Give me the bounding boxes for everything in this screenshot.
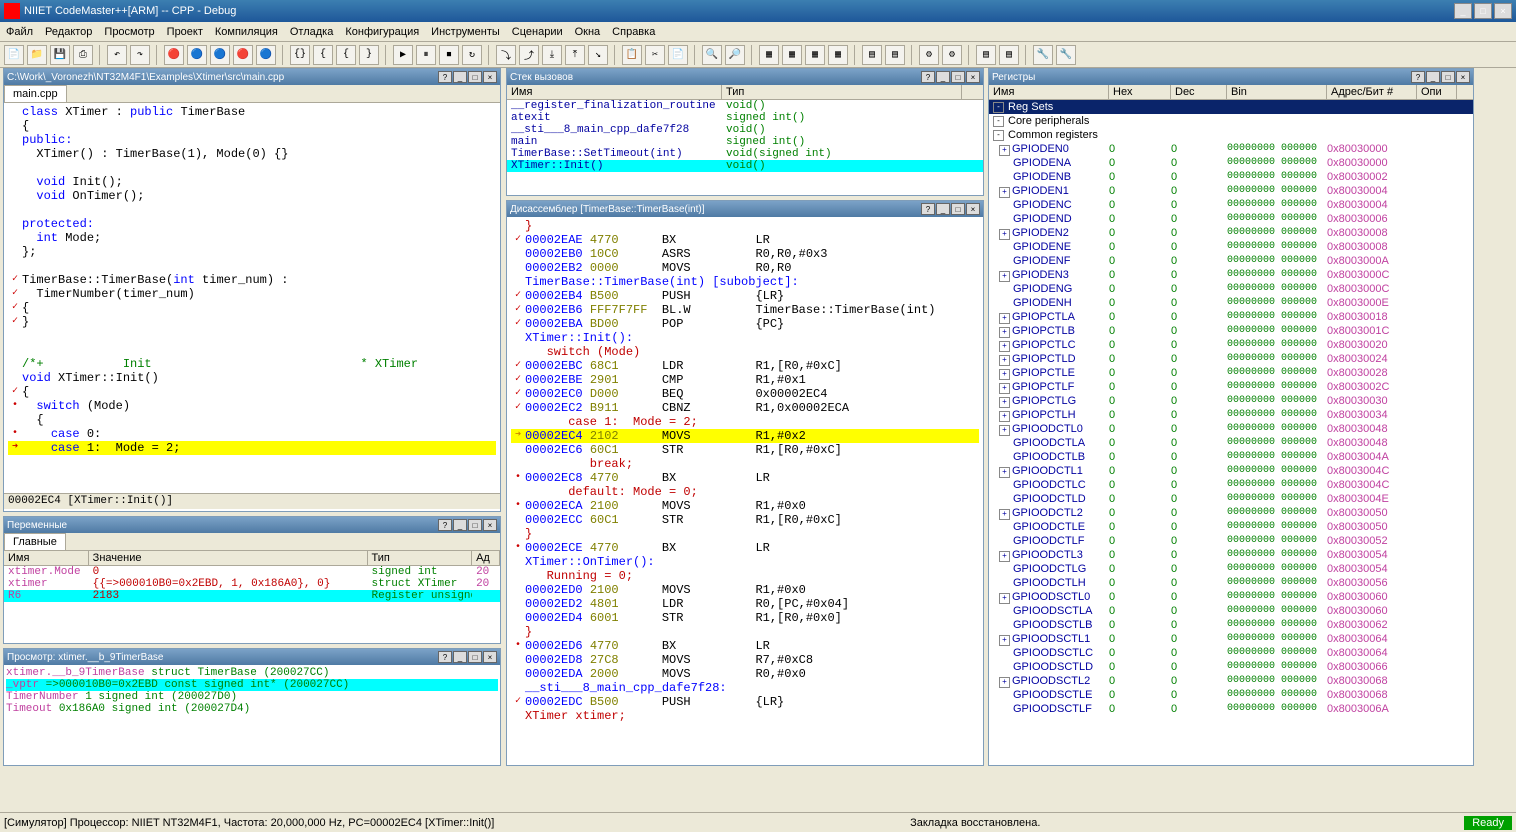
variables-tab[interactable]: Главные (4, 533, 66, 550)
variables-pane: Переменные?_□× Главные ИмяЗначениеТипАд … (3, 516, 501, 644)
toolbar-button[interactable]: ▶ (393, 45, 413, 65)
toolbar-button[interactable]: ⏸ (416, 45, 436, 65)
status-right: Закладка восстановлена. (910, 817, 1040, 829)
callstack-header: ИмяТип (507, 85, 983, 100)
menu-Редактор[interactable]: Редактор (45, 26, 92, 38)
pane-max[interactable]: □ (468, 71, 482, 83)
toolbar-button[interactable]: 🔴 (233, 45, 253, 65)
toolbar-button[interactable]: 🔵 (256, 45, 276, 65)
variables-body[interactable]: xtimer.Mode0signed int20xtimer{{=>000010… (4, 566, 500, 602)
variables-title: Переменные?_□× (4, 517, 500, 533)
menu-Просмотр[interactable]: Просмотр (104, 26, 154, 38)
tree-expand-icon[interactable]: - (993, 116, 1004, 127)
code-editor[interactable]: class XTimer : public TimerBase{public: … (4, 103, 500, 493)
toolbar-button[interactable]: ⎙ (73, 45, 93, 65)
callstack-body[interactable]: __register_finalization_routinevoid()ate… (507, 100, 983, 172)
toolbar-button[interactable]: 📋 (622, 45, 642, 65)
toolbar-button[interactable]: 🔵 (210, 45, 230, 65)
statusbar: [Симулятор] Процессор: NIIET NT32M4F1, Ч… (0, 812, 1516, 832)
code-path: C:\Work\_Voronezh\NT32M4F1\Examples\Xtim… (4, 69, 500, 85)
menu-Сценарии[interactable]: Сценарии (512, 26, 563, 38)
menu-Окна[interactable]: Окна (575, 26, 601, 38)
toolbar-button[interactable]: ⤴ (519, 45, 539, 65)
code-pane: C:\Work\_Voronezh\NT32M4F1\Examples\Xtim… (3, 68, 501, 512)
toolbar-button[interactable]: ▦ (828, 45, 848, 65)
menu-Конфигурация[interactable]: Конфигурация (345, 26, 419, 38)
pane-close[interactable]: × (483, 71, 497, 83)
registers-title: Регистры?_□× (989, 69, 1473, 85)
toolbar-button[interactable]: ▦ (782, 45, 802, 65)
toolbar-button[interactable]: { (313, 45, 333, 65)
toolbar-button[interactable]: { (336, 45, 356, 65)
toolbar-button[interactable]: ⏹ (439, 45, 459, 65)
toolbar-button[interactable]: ▤ (976, 45, 996, 65)
toolbar-button[interactable]: ⤵ (496, 45, 516, 65)
toolbar-button[interactable]: ✂ (645, 45, 665, 65)
code-status: 00002EC4 [XTimer::Init()] (4, 493, 500, 509)
menu-Инструменты[interactable]: Инструменты (431, 26, 500, 38)
toolbar-button[interactable]: ⤒ (565, 45, 585, 65)
toolbar-button[interactable]: ⚙ (942, 45, 962, 65)
toolbar-button[interactable]: ▦ (805, 45, 825, 65)
callstack-pane: Стек вызовов?_□× ИмяТип __register_final… (506, 68, 984, 196)
toolbar-button[interactable]: ⤓ (542, 45, 562, 65)
watch-pane: Просмотр: xtimer.__b_9TimerBase?_□× xtim… (3, 648, 501, 766)
toolbar-button[interactable]: ▤ (999, 45, 1019, 65)
toolbar-button[interactable]: ↶ (107, 45, 127, 65)
toolbar-button[interactable]: ↷ (130, 45, 150, 65)
toolbar-button[interactable]: 💾 (50, 45, 70, 65)
toolbar-button[interactable]: 📁 (27, 45, 47, 65)
toolbar-button[interactable]: ▤ (885, 45, 905, 65)
tree-expand-icon[interactable]: - (993, 102, 1004, 113)
toolbar-button[interactable]: 📄 (4, 45, 24, 65)
watch-body[interactable]: xtimer.__b_9TimerBase struct TimerBase (… (4, 665, 500, 717)
menubar: Файл Редактор Просмотр Проект Компиляция Отла… (0, 22, 1516, 42)
app-icon (4, 3, 20, 19)
menu-Проект[interactable]: Проект (167, 26, 203, 38)
menu-Отладка[interactable]: Отладка (290, 26, 333, 38)
watch-title: Просмотр: xtimer.__b_9TimerBase?_□× (4, 649, 500, 665)
menu-Компиляция[interactable]: Компиляция (215, 26, 278, 38)
file-tab[interactable]: main.cpp (4, 85, 67, 102)
minimize-button[interactable]: _ (1454, 3, 1472, 19)
tree-expand-icon[interactable]: - (993, 130, 1004, 141)
toolbar-button[interactable]: } (359, 45, 379, 65)
registers-pane: Регистры?_□× ИмяHexDecBinАдрес/Бит #Опи … (988, 68, 1474, 766)
registers-header: ИмяHexDecBinАдрес/Бит #Опи (989, 85, 1473, 100)
toolbar-button[interactable]: {} (290, 45, 310, 65)
toolbar-button[interactable]: 🔴 (164, 45, 184, 65)
menu-Справка[interactable]: Справка (612, 26, 655, 38)
toolbar-button[interactable]: 🔧 (1056, 45, 1076, 65)
toolbar-button[interactable]: 🔵 (187, 45, 207, 65)
toolbar-button[interactable]: 🔧 (1033, 45, 1053, 65)
registers-body[interactable]: -Reg Sets-Core peripherals-Common regist… (989, 100, 1473, 764)
toolbar-button[interactable]: ▤ (862, 45, 882, 65)
toolbar: 📄📁💾⎙↶↷🔴🔵🔵🔴🔵{}{{}▶⏸⏹↻⤵⤴⤓⤒↘📋✂📄🔍🔎▦▦▦▦▤▤⚙⚙▤▤… (0, 42, 1516, 68)
toolbar-button[interactable]: ↘ (588, 45, 608, 65)
close-button[interactable]: × (1494, 3, 1512, 19)
toolbar-button[interactable]: 📄 (668, 45, 688, 65)
toolbar-button[interactable]: ↻ (462, 45, 482, 65)
pane-help[interactable]: ? (438, 71, 452, 83)
maximize-button[interactable]: □ (1474, 3, 1492, 19)
window-title: NIIET CodeMaster++[ARM] -- CPP - Debug (24, 5, 236, 17)
status-text: [Симулятор] Процессор: NIIET NT32M4F1, Ч… (4, 817, 494, 829)
toolbar-button[interactable]: ⚙ (919, 45, 939, 65)
toolbar-button[interactable]: ▦ (759, 45, 779, 65)
pane-min[interactable]: _ (453, 71, 467, 83)
status-ready: Ready (1464, 816, 1512, 830)
disasm-body[interactable]: }✓00002EAE 4770 BX LR00002EB0 10C0 ASRS … (507, 217, 983, 765)
disasm-pane: Дисассемблер [TimerBase::TimerBase(int)]… (506, 200, 984, 766)
toolbar-button[interactable]: 🔎 (725, 45, 745, 65)
titlebar: NIIET CodeMaster++[ARM] -- CPP - Debug _… (0, 0, 1516, 22)
callstack-title: Стек вызовов?_□× (507, 69, 983, 85)
disasm-title: Дисассемблер [TimerBase::TimerBase(int)]… (507, 201, 983, 217)
menu-Файл[interactable]: Файл (6, 26, 33, 38)
toolbar-button[interactable]: 🔍 (702, 45, 722, 65)
variables-header: ИмяЗначениеТипАд (4, 551, 500, 566)
